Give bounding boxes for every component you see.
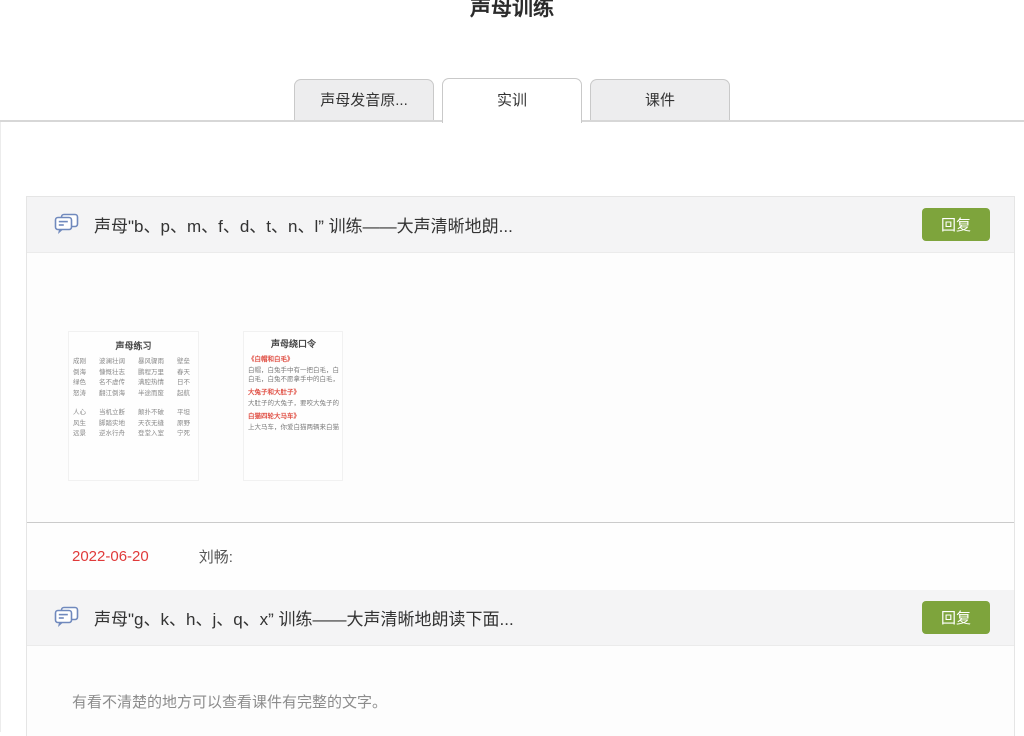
thread-title: 声母"g、k、h、j、q、x” 训练——大声清晰地朗读下面... (94, 605, 922, 630)
attachment-twister-text: 《白帽和白毛》白帽，白兔手中有一把白毛，白猫想白毛，白兔不愿拿手中的白毛，去换大… (248, 355, 339, 432)
twister-line: 白毛，白兔不愿拿手中的白毛，去换 (248, 375, 339, 384)
thumb-table-cell: 远景 (73, 429, 86, 440)
thumb-table-cell: 暴风骤雨 (138, 357, 164, 368)
thumb-table-cell: 原野 (177, 419, 190, 430)
thumb-table-cell: 登堂入室 (138, 429, 164, 440)
thumb-table-cell: 绿色 (73, 378, 86, 389)
tab-practice[interactable]: 实训 (442, 78, 582, 123)
thread-header-2: 声母"g、k、h、j、q、x” 训练——大声清晰地朗读下面... 回复 (27, 590, 1014, 646)
twister-line: 上大马车，你爱白猫两辆来白猫两辆。 (248, 423, 339, 432)
page-title: 声母训练 (0, 0, 1024, 22)
thumb-table-cell: 宁死 (177, 429, 190, 440)
thread-date: 2022-06-20 (72, 548, 149, 565)
thumb-table-cell: 脚踏实地 (99, 419, 125, 430)
twister-section: 白猫四轮大马车》上大马车，你爱白猫两辆来白猫两辆。 (248, 412, 339, 432)
twister-heading: 大兔子和大肚子》 (248, 388, 339, 397)
twister-section: 《白帽和白毛》白帽，白兔手中有一把白毛，白猫想白毛，白兔不愿拿手中的白毛，去换 (248, 355, 339, 384)
thumb-table-row: 风生 脚踏实地 天衣无缝 原野 (73, 419, 194, 430)
thumb-table-cell: 翻江倒海 (99, 389, 125, 400)
thread-body-1: 声母练习 成刚 波澜壮阔 暴风骤雨 壁垒倒海 慷慨壮志 鹏程万里 春天绿色 名不虚传 满腔热情 日… (27, 253, 1014, 522)
thumb-table-cell: 名不虚传 (99, 378, 125, 389)
thumb-table-cell: 慷慨壮志 (99, 368, 125, 379)
twister-heading: 白猫四轮大马车》 (248, 412, 339, 421)
thumb-table-cell: 半途而废 (138, 389, 164, 400)
attachment-practice-title: 声母练习 (73, 339, 194, 352)
thumb-table-cell: 怒涛 (73, 389, 86, 400)
twister-section: 大兔子和大肚子》大肚子的大兔子，要咬大兔子的大肚子 (248, 388, 339, 408)
attachment-image-twister[interactable]: 声母绕口令 《白帽和白毛》白帽，白兔手中有一把白毛，白猫想白毛，白兔不愿拿手中的… (243, 331, 343, 481)
thread-title: 声母"b、p、m、f、d、t、n、l” 训练——大声清晰地朗... (94, 212, 922, 237)
thumb-table-cell: 满腔热情 (138, 378, 164, 389)
tab-courseware[interactable]: 课件 (590, 79, 730, 120)
thread-body-2: 有看不清楚的地方可以查看课件有完整的文字。 (27, 646, 1014, 712)
thumb-table-cell: 壁垒 (177, 357, 190, 368)
tab-pronunciation-theory[interactable]: 声母发音原... (294, 79, 434, 120)
attachment-image-practice[interactable]: 声母练习 成刚 波澜壮阔 暴风骤雨 壁垒倒海 慷慨壮志 鹏程万里 春天绿色 名不虚传 满腔热情 日… (68, 331, 199, 481)
thumb-table-cell: 波澜壮阔 (99, 357, 125, 368)
twister-line: 大肚子的大兔子，要咬大兔子的大肚子 (248, 399, 339, 408)
thumb-table-cell: 日不 (177, 378, 190, 389)
thread-footer-1: 2022-06-20 刘畅: (27, 522, 1014, 590)
thumb-table-row: 绿色 名不虚传 满腔热情 日不 (73, 378, 194, 389)
thumb-table-row: 倒海 慷慨壮志 鹏程万里 春天 (73, 368, 194, 379)
thumb-table-row: 怒涛 翻江倒海 半途而废 起航 (73, 389, 194, 400)
thumb-table-row: 人心 当机立断 颠扑不破 平坦 (73, 408, 194, 419)
thumb-table-cell: 春天 (177, 368, 190, 379)
thumb-table-cell: 当机立断 (99, 408, 125, 419)
thumb-table-cell: 风生 (73, 419, 86, 430)
thumb-table-cell: 倒海 (73, 368, 86, 379)
comment-icon (53, 606, 80, 630)
discussion-panel: 声母"b、p、m、f、d、t、n、l” 训练——大声清晰地朗... 回复 声母练… (26, 196, 1015, 736)
thumb-table-cell: 逆水行舟 (99, 429, 125, 440)
thumb-table-cell: 平坦 (177, 408, 190, 419)
tab-panel-practice: 声母"b、p、m、f、d、t、n、l” 训练——大声清晰地朗... 回复 声母练… (0, 122, 1024, 732)
reply-button[interactable]: 回复 (922, 208, 990, 241)
thumb-table-cell: 成刚 (73, 357, 86, 368)
attachment-twister-title: 声母绕口令 (248, 337, 339, 350)
comment-icon (53, 213, 80, 237)
thumb-table-row: 成刚 波澜壮阔 暴风骤雨 壁垒 (73, 357, 194, 368)
twister-heading: 《白帽和白毛》 (248, 355, 339, 364)
thumb-table-cell: 起航 (177, 389, 190, 400)
twister-line: 白帽，白兔手中有一把白毛，白猫想 (248, 366, 339, 375)
thumb-table-cell: 鹏程万里 (138, 368, 164, 379)
tab-bar: 声母发音原... 实训 课件 (0, 80, 1024, 122)
reply-button[interactable]: 回复 (922, 601, 990, 634)
thread-author: 刘畅: (199, 546, 233, 567)
thumb-table-cell: 天衣无缝 (138, 419, 164, 430)
thumb-table-cell: 人心 (73, 408, 86, 419)
thumb-table-row: 远景 逆水行舟 登堂入室 宁死 (73, 429, 194, 440)
attachment-practice-table: 成刚 波澜壮阔 暴风骤雨 壁垒倒海 慷慨壮志 鹏程万里 春天绿色 名不虚传 满腔热情 日不怒涛 翻江… (73, 357, 194, 440)
thumb-table-cell: 颠扑不破 (138, 408, 164, 419)
thread-header-1: 声母"b、p、m、f、d、t、n、l” 训练——大声清晰地朗... 回复 (27, 197, 1014, 253)
